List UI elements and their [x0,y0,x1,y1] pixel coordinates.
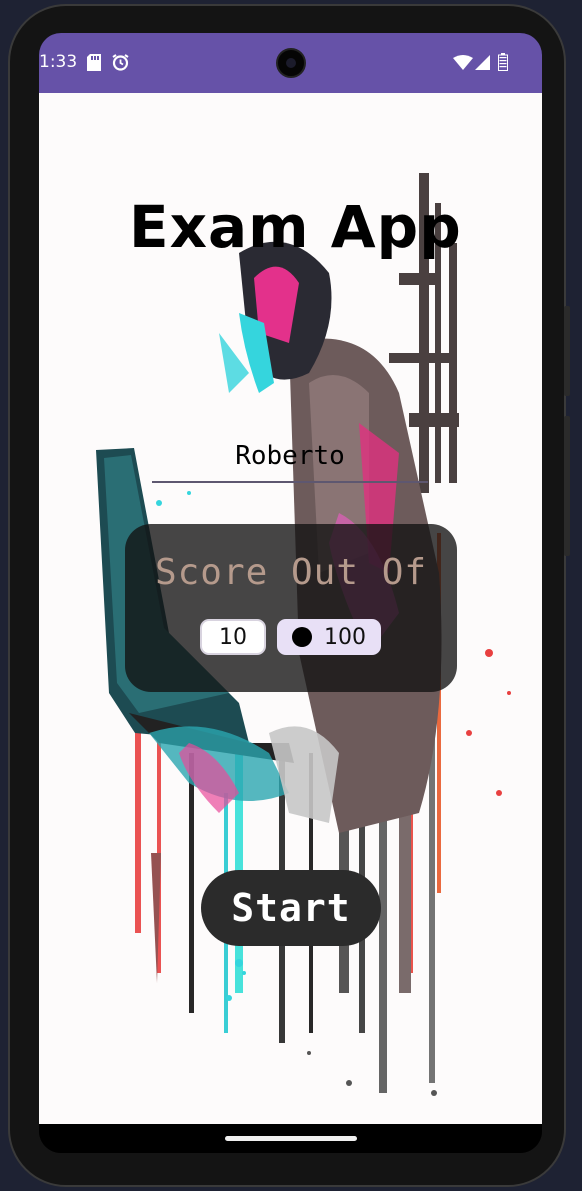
start-button[interactable]: Start [201,870,381,946]
app-title: Exam App [129,193,462,261]
front-camera [276,48,306,78]
phone-screen: 1:33 Exam App Roberto Score Out Of 10 10… [39,33,542,1153]
score-card: Score Out Of 10 100 [125,524,457,692]
battery-icon [498,53,508,75]
score-option-label: 100 [324,624,366,650]
score-option-label: 10 [219,624,247,650]
status-bar: 1:33 [39,33,542,93]
power-button [564,306,570,396]
status-time: 1:33 [39,52,78,72]
alarm-icon [112,54,129,75]
radio-selected-icon [292,627,312,647]
navigation-bar [39,1124,542,1153]
sd-card-icon [87,54,101,75]
name-input[interactable] [152,431,428,483]
score-label: Score Out Of [154,552,428,593]
score-option-10[interactable]: 10 [200,619,266,655]
app-content: Exam App Score Out Of 10 100 Start [39,93,542,1124]
cell-signal-icon [475,55,490,74]
volume-button [564,416,570,556]
home-gesture-handle[interactable] [225,1136,357,1141]
score-option-100[interactable]: 100 [277,619,381,655]
wifi-icon [453,55,473,74]
